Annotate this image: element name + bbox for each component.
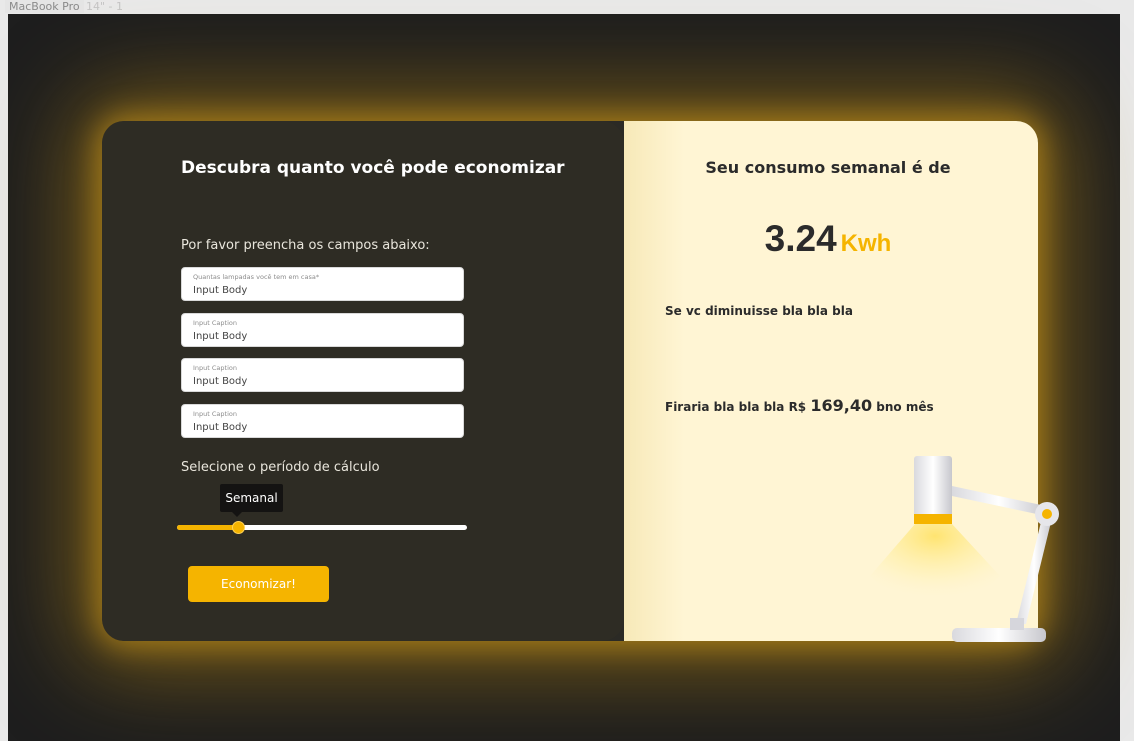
- input-4[interactable]: [193, 421, 453, 434]
- consumption-unit: Kwh: [840, 230, 892, 257]
- slider-fill: [177, 525, 238, 530]
- savings-prefix: Firaria bla bla bla R$: [665, 400, 807, 414]
- savings-text: Firaria bla bla bla R$ 169,40 bno mês: [665, 396, 934, 415]
- reduction-tip: Se vc diminuisse bla bla bla: [665, 304, 853, 318]
- input-field-2[interactable]: Input Caption: [181, 313, 464, 347]
- consumption-display: 3.24 Kwh: [624, 218, 1032, 260]
- input-3[interactable]: [193, 375, 453, 388]
- bulbs-count-input[interactable]: [193, 284, 453, 297]
- frame-label: MacBook Pro: [5, 0, 84, 13]
- period-label: Selecione o período de cálculo: [181, 460, 380, 475]
- field-caption: Quantas lampadas você tem em casa*: [193, 273, 320, 281]
- slider-value-tooltip: Semanal: [220, 484, 283, 517]
- period-slider[interactable]: [177, 521, 467, 534]
- form-instructions: Por favor preencha os campos abaixo:: [181, 238, 430, 253]
- slider-thumb[interactable]: [231, 521, 245, 534]
- economize-button[interactable]: Economizar!: [188, 566, 329, 602]
- bulbs-count-field[interactable]: Quantas lampadas você tem em casa*: [181, 267, 464, 301]
- result-title: Seu consumo semanal é de: [705, 158, 951, 177]
- input-2[interactable]: [193, 330, 453, 343]
- desk-lamp-icon: [870, 456, 1059, 642]
- form-title: Descubra quanto você pode economizar: [181, 158, 565, 178]
- field-caption: Input Caption: [193, 364, 237, 372]
- frame-label-secondary: 14" - 1: [86, 0, 124, 13]
- slider-value-label: Semanal: [225, 491, 278, 505]
- input-field-4[interactable]: Input Caption: [181, 404, 464, 438]
- savings-amount: 169,40: [810, 396, 873, 415]
- tooltip-arrow: [232, 512, 242, 517]
- field-caption: Input Caption: [193, 319, 237, 327]
- consumption-value: 3.24: [764, 218, 837, 259]
- result-panel-fade: [624, 121, 684, 641]
- field-caption: Input Caption: [193, 410, 237, 418]
- input-field-3[interactable]: Input Caption: [181, 358, 464, 392]
- savings-suffix: bno mês: [876, 400, 934, 414]
